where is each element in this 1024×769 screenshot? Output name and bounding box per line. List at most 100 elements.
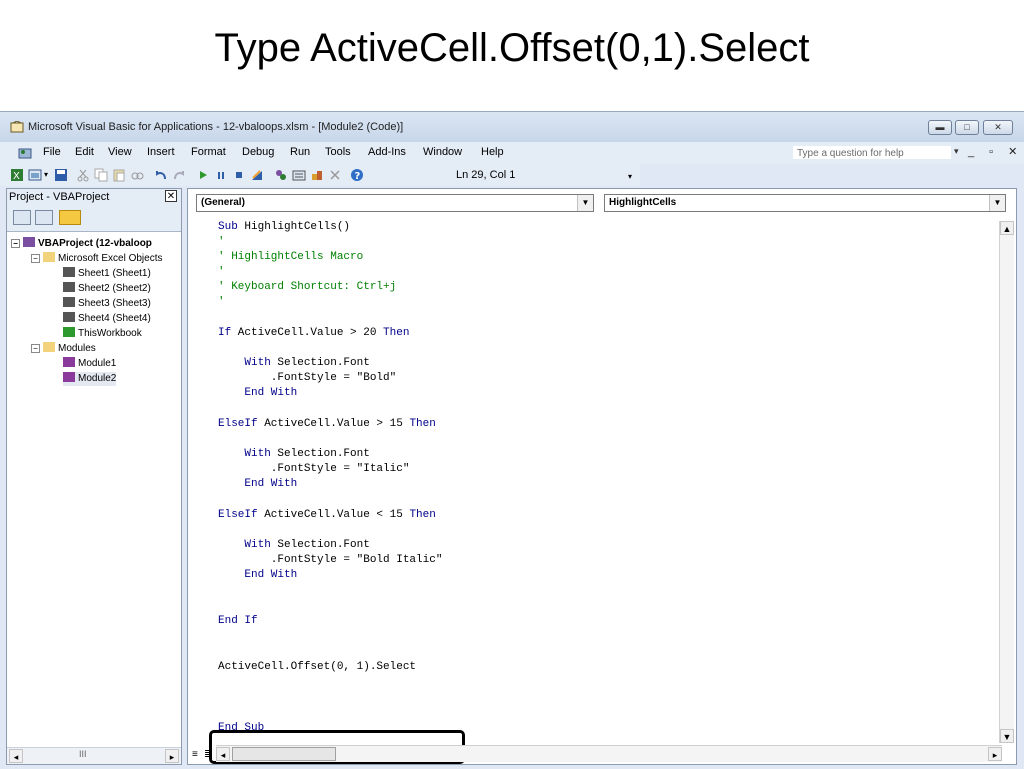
paste-icon[interactable] <box>112 168 126 182</box>
code-comment: ' Keyboard Shortcut: Ctrl+j <box>218 281 397 293</box>
menu-window[interactable]: Window <box>423 146 462 158</box>
copy-icon[interactable] <box>94 168 108 182</box>
menu-debug[interactable]: Debug <box>242 146 274 158</box>
code-vertical-scrollbar[interactable]: ▲ ▼ <box>999 221 1014 743</box>
tree-node-sheet1[interactable]: Sheet1 (Sheet1) <box>63 267 151 281</box>
procedure-view-icon[interactable]: ≡ <box>192 749 198 760</box>
help-search-input[interactable]: Type a question for help <box>792 145 952 160</box>
collapse-icon[interactable]: − <box>31 344 40 353</box>
code-line: With Selection.Font <box>244 448 370 460</box>
insert-userform-icon[interactable] <box>28 168 42 182</box>
maximize-button[interactable]: □ <box>955 120 979 135</box>
menu-format[interactable]: Format <box>191 146 226 158</box>
scroll-grip-icon[interactable]: III <box>79 749 87 759</box>
procedure-combo-value: HighlightCells <box>609 197 677 208</box>
tree-label-thisworkbook: ThisWorkbook <box>78 328 142 339</box>
excel-menu-icon[interactable] <box>18 146 32 159</box>
module-icon <box>63 372 75 382</box>
dropdown-arrow-icon[interactable]: ▼ <box>577 195 593 211</box>
tree-label-sheet1: Sheet1 (Sheet1) <box>78 268 151 279</box>
menu-run[interactable]: Run <box>290 146 310 158</box>
code-line: .FontStyle = "Bold" <box>218 372 397 384</box>
find-icon[interactable] <box>130 168 144 182</box>
code-line: Sub HighlightCells() <box>218 221 351 233</box>
tree-node-excel-objects[interactable]: − Microsoft Excel Objects <box>31 252 162 266</box>
toggle-folders-icon[interactable] <box>59 210 81 225</box>
toolbar-options-icon[interactable]: ▾ <box>628 172 632 181</box>
tree-node-sheet4[interactable]: Sheet4 (Sheet4) <box>63 312 151 326</box>
collapse-icon[interactable]: − <box>11 239 20 248</box>
scroll-up-icon[interactable]: ▲ <box>1000 221 1014 235</box>
menu-tools[interactable]: Tools <box>325 146 351 158</box>
folder-icon <box>43 252 55 262</box>
design-mode-icon[interactable] <box>250 168 264 182</box>
tree-node-thisworkbook[interactable]: ThisWorkbook <box>63 327 142 341</box>
tree-node-sheet2[interactable]: Sheet2 (Sheet2) <box>63 282 151 296</box>
object-combobox[interactable]: (General) ▼ <box>196 194 594 212</box>
tree-node-module1[interactable]: Module1 <box>63 357 116 371</box>
properties-window-icon[interactable] <box>292 168 306 182</box>
view-object-icon[interactable] <box>35 210 53 225</box>
code-line: .FontStyle = "Bold Italic" <box>218 554 443 566</box>
tree-label-modules: Modules <box>58 343 96 354</box>
code-line: End With <box>244 478 298 490</box>
help-icon[interactable]: ? <box>350 168 364 182</box>
break-icon[interactable] <box>214 168 228 182</box>
project-panel-close-button[interactable]: ✕ <box>165 190 177 202</box>
project-panel-scrollbar[interactable]: ◂ III ▸ <box>7 747 181 764</box>
minimize-button[interactable]: ▬ <box>928 120 952 135</box>
code-comment: ' <box>218 266 225 278</box>
scroll-right-icon[interactable]: ▸ <box>988 747 1002 761</box>
scroll-left-icon[interactable]: ◂ <box>216 747 230 761</box>
project-explorer-icon[interactable] <box>274 168 288 182</box>
tree-node-sheet3[interactable]: Sheet3 (Sheet3) <box>63 297 151 311</box>
code-editor[interactable]: Sub HighlightCells() ' ' HighlightCells … <box>196 221 996 741</box>
scroll-down-icon[interactable]: ▼ <box>1000 729 1014 743</box>
menu-help[interactable]: Help <box>481 146 504 158</box>
code-comment: ' <box>218 236 225 248</box>
code-line-offset-select: ActiveCell.Offset(0, 1).Select <box>218 661 417 673</box>
tree-label-root: VBAProject (12-vbaloop <box>38 238 152 249</box>
excel-view-icon[interactable]: X <box>10 168 24 182</box>
procedure-combobox[interactable]: HighlightCells ▼ <box>604 194 1006 212</box>
project-panel-header: Project - VBAProject ✕ <box>7 189 181 205</box>
code-line: With Selection.Font <box>244 357 370 369</box>
scroll-right-icon[interactable]: ▸ <box>165 749 179 763</box>
standard-toolbar: X ▾ ? Ln 29, Col 1 ▾ <box>0 164 640 186</box>
tree-node-vbaproject[interactable]: − VBAProject (12-vbaloop <box>11 237 152 251</box>
project-icon <box>23 237 35 247</box>
tree-node-module2[interactable]: Module2 <box>63 372 117 386</box>
full-module-view-icon[interactable]: ≣ <box>204 749 212 760</box>
code-line: With Selection.Font <box>244 539 370 551</box>
tree-node-modules[interactable]: − Modules <box>31 342 96 356</box>
toolbox-icon[interactable] <box>328 168 342 182</box>
mdi-window-controls[interactable]: _ ▫ ✕ <box>968 145 1023 158</box>
code-line: End With <box>244 387 298 399</box>
scroll-thumb[interactable] <box>232 747 336 761</box>
cut-icon[interactable] <box>76 168 90 182</box>
run-icon[interactable] <box>196 168 210 182</box>
menu-add-ins[interactable]: Add-Ins <box>368 146 406 158</box>
code-horizontal-scrollbar[interactable]: ◂ ▸ <box>216 745 1002 762</box>
cursor-position-indicator: Ln 29, Col 1 <box>456 169 516 181</box>
save-icon[interactable] <box>54 168 68 182</box>
undo-icon[interactable] <box>154 168 168 182</box>
object-browser-icon[interactable] <box>310 168 324 182</box>
view-code-icon[interactable] <box>13 210 31 225</box>
menu-view[interactable]: View <box>108 146 132 158</box>
menu-edit[interactable]: Edit <box>75 146 94 158</box>
workbook-icon <box>63 327 75 337</box>
dropdown-arrow-icon[interactable]: ▼ <box>989 195 1005 211</box>
scroll-left-icon[interactable]: ◂ <box>9 749 23 763</box>
code-line: .FontStyle = "Italic" <box>218 463 410 475</box>
menu-insert[interactable]: Insert <box>147 146 175 158</box>
tree-label-excel-objects: Microsoft Excel Objects <box>58 253 163 264</box>
project-panel-title: Project - VBAProject <box>9 191 110 203</box>
help-dropdown-arrow-icon[interactable]: ▾ <box>954 146 959 157</box>
collapse-icon[interactable]: − <box>31 254 40 263</box>
reset-icon[interactable] <box>232 168 246 182</box>
redo-icon[interactable] <box>172 168 186 182</box>
insert-dropdown-icon[interactable]: ▾ <box>44 170 48 179</box>
menu-file[interactable]: File <box>43 146 61 158</box>
close-button[interactable]: ✕ <box>983 120 1013 135</box>
